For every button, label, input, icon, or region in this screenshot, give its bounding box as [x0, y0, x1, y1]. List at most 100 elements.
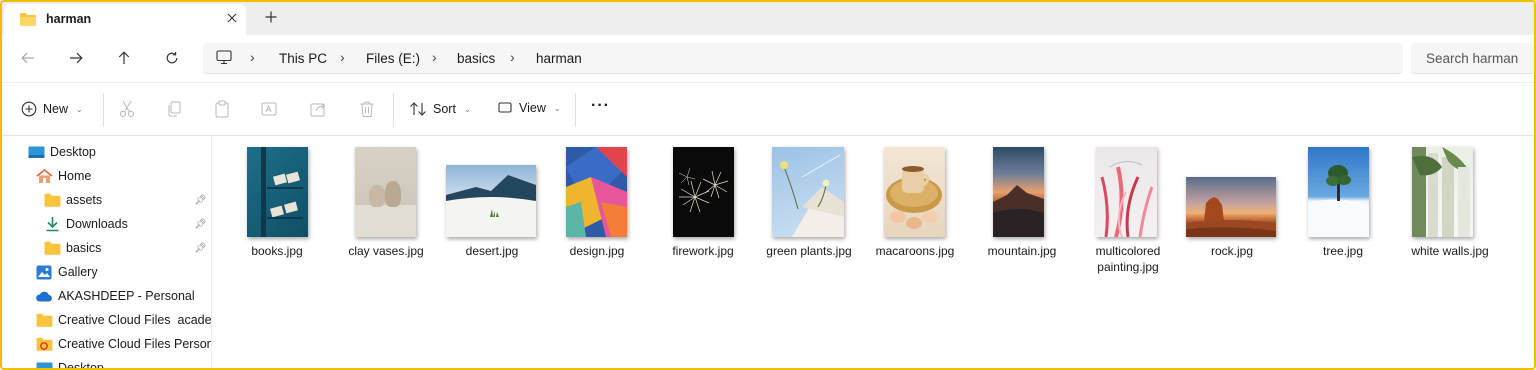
- file-name: desert.jpg: [465, 244, 519, 258]
- divider: [393, 93, 394, 127]
- file-name: multicolored painting.jpg: [1095, 244, 1161, 274]
- sidebar-item-cc-academ[interactable]: Creative Cloud Files academ: [35, 308, 211, 332]
- chevron-right-icon: ›: [340, 49, 345, 65]
- image-thumbnail: [772, 147, 844, 237]
- search-input[interactable]: Search harman: [1411, 43, 1534, 74]
- computer-icon: [216, 50, 232, 68]
- breadcrumb-files-e[interactable]: Files (E:): [366, 51, 420, 66]
- arrow-left-icon: [21, 52, 34, 64]
- refresh-button[interactable]: [160, 47, 184, 69]
- sidebar-item-gallery[interactable]: Gallery: [35, 260, 98, 284]
- navigation-pane: Desktop Home assets 📌︎ Downloads 📌︎ basi…: [2, 137, 212, 370]
- command-bar: New ⌄ Sort ⌄ View ⌄ ···: [2, 82, 1534, 136]
- image-thumbnail: [673, 147, 734, 237]
- pin-icon[interactable]: 📌︎: [194, 243, 207, 254]
- sort-label: Sort: [433, 102, 456, 116]
- image-thumbnail: [446, 165, 536, 237]
- sidebar-item-onedrive[interactable]: AKASHDEEP - Personal: [35, 284, 195, 308]
- new-button[interactable]: New ⌄: [21, 101, 83, 117]
- file-name: clay vases.jpg: [348, 244, 424, 258]
- creative-cloud-folder-icon: [35, 336, 53, 352]
- chevron-down-icon: ⌄: [463, 104, 471, 114]
- desktop-icon: [27, 144, 45, 160]
- forward-button[interactable]: [64, 47, 88, 69]
- sidebar-item-label: Home: [58, 169, 92, 183]
- sidebar-item-desktop-2[interactable]: Desktop: [35, 356, 104, 370]
- paste-icon[interactable]: [214, 100, 230, 121]
- tab-bar: harman: [2, 2, 1534, 35]
- file-name: design.jpg: [569, 244, 625, 258]
- pin-icon[interactable]: 📌︎: [194, 195, 207, 206]
- file-name: white walls.jpg: [1411, 244, 1489, 258]
- image-thumbnail: [1412, 147, 1473, 237]
- share-icon[interactable]: [310, 100, 328, 121]
- cut-icon[interactable]: [119, 100, 135, 121]
- address-bar[interactable]: › This PC › Files (E:) › basics › harman: [203, 43, 1403, 74]
- rename-icon[interactable]: [261, 100, 279, 121]
- chevron-right-icon: ›: [432, 49, 437, 65]
- search-placeholder: Search harman: [1426, 51, 1519, 66]
- sidebar-item-label: Desktop: [50, 145, 96, 159]
- chevron-right-icon: ›: [250, 49, 255, 65]
- more-options-button[interactable]: ···: [591, 97, 610, 115]
- cloud-icon: [35, 288, 53, 304]
- tab-title: harman: [46, 12, 92, 26]
- image-thumbnail: [1096, 147, 1157, 237]
- sidebar-item-basics[interactable]: basics 📌︎: [43, 236, 211, 260]
- chevron-down-icon: ⌄: [553, 103, 561, 113]
- file-name: books.jpg: [251, 244, 303, 258]
- image-thumbnail: [1308, 147, 1369, 237]
- breadcrumb-basics[interactable]: basics: [457, 51, 495, 66]
- breadcrumb-this-pc[interactable]: This PC: [279, 51, 327, 66]
- sidebar-item-label: basics: [66, 241, 102, 255]
- folder-icon: [35, 312, 53, 328]
- new-label: New: [43, 102, 69, 116]
- file-name: mountain.jpg: [987, 244, 1057, 258]
- file-name: green plants.jpg: [766, 244, 852, 258]
- desktop-icon: [35, 360, 53, 368]
- sidebar-item-assets[interactable]: assets 📌︎: [43, 188, 211, 212]
- view-button[interactable]: View ⌄: [497, 101, 561, 115]
- tab-harman[interactable]: harman: [4, 4, 246, 35]
- breadcrumb-harman[interactable]: harman: [536, 51, 582, 66]
- chevron-right-icon: ›: [510, 49, 515, 65]
- arrow-up-icon: [118, 51, 130, 64]
- image-thumbnail: [993, 147, 1044, 237]
- up-button[interactable]: [112, 47, 136, 69]
- sidebar-item-label: Desktop: [58, 361, 104, 370]
- new-tab-button[interactable]: [260, 8, 282, 28]
- image-thumbnail: [566, 147, 627, 237]
- file-explorer-window: harman › This PC › Files (E:) › basics ›…: [0, 0, 1536, 370]
- sidebar-item-label: Creative Cloud Files Personal: [58, 337, 212, 351]
- download-icon: [43, 216, 61, 232]
- sidebar-item-desktop[interactable]: Desktop: [27, 140, 96, 164]
- sidebar-item-cc-personal[interactable]: Creative Cloud Files Personal: [35, 332, 212, 356]
- image-thumbnail: [884, 147, 945, 237]
- folder-icon: [43, 192, 61, 208]
- sidebar-item-downloads[interactable]: Downloads 📌︎: [43, 212, 211, 236]
- image-thumbnail: [247, 147, 308, 237]
- copy-icon[interactable]: [166, 100, 182, 121]
- image-thumbnail: [355, 147, 416, 237]
- sidebar-item-label: Downloads: [66, 217, 128, 231]
- file-list: books.jpg clay vases.jpg desert.jpg desi…: [213, 137, 1534, 368]
- sidebar-item-home[interactable]: Home: [35, 164, 91, 188]
- file-name: firework.jpg: [672, 244, 734, 258]
- home-icon: [35, 168, 53, 184]
- back-button[interactable]: [16, 47, 40, 69]
- pin-icon[interactable]: 📌︎: [194, 219, 207, 230]
- chevron-down-icon: ⌄: [76, 104, 83, 114]
- close-icon[interactable]: [222, 8, 242, 28]
- sidebar-item-label: AKASHDEEP - Personal: [58, 289, 195, 303]
- new-icon: [21, 101, 37, 117]
- sort-icon: [410, 102, 426, 116]
- sort-button[interactable]: Sort ⌄: [409, 101, 471, 117]
- divider: [103, 93, 104, 127]
- sidebar-item-label: Gallery: [58, 265, 98, 279]
- arrow-right-icon: [70, 52, 83, 64]
- delete-icon[interactable]: [359, 100, 375, 121]
- view-icon: [498, 102, 512, 113]
- file-name: macaroons.jpg: [875, 244, 955, 258]
- plus-icon: [265, 11, 277, 23]
- folder-icon: [43, 240, 61, 256]
